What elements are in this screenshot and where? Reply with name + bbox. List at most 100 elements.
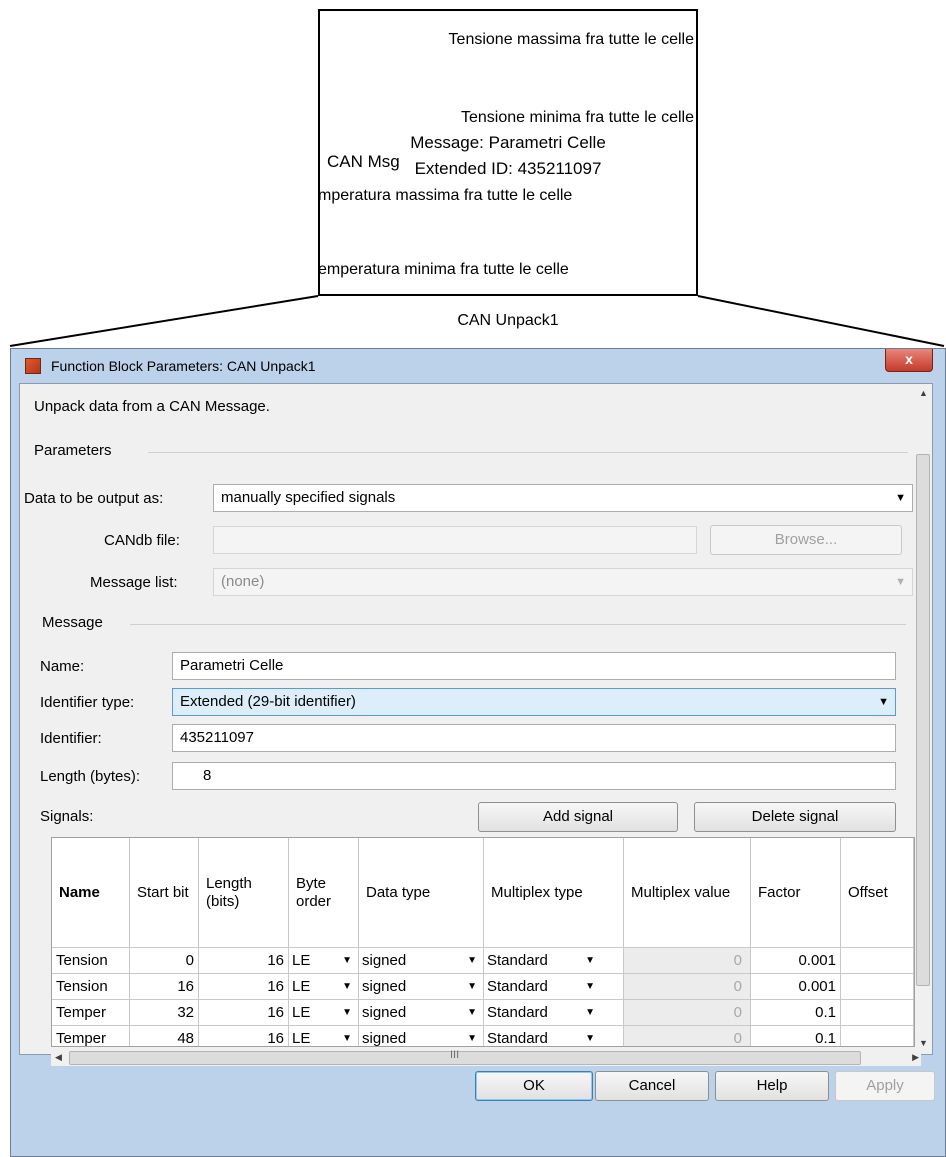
data-output-dropdown[interactable]: manually specified signals ▼ [213, 484, 913, 512]
scroll-thumb[interactable] [916, 454, 930, 986]
table-cell-mvalue[interactable]: 0 [624, 1026, 751, 1047]
table-cell-name[interactable]: Tension [52, 948, 130, 974]
identifier-type-value: Extended (29-bit identifier) [180, 693, 356, 710]
table-cell-factor[interactable]: 0.1 [751, 1026, 841, 1046]
table-cell-offset[interactable] [841, 1026, 914, 1046]
group-divider [130, 624, 906, 625]
parameters-group-label: Parameters [34, 442, 112, 459]
browse-button[interactable]: Browse... [710, 525, 902, 555]
cell-value: LE [292, 952, 311, 969]
scroll-up-icon[interactable]: ▲ [919, 388, 928, 398]
table-cell-name[interactable]: Tension [52, 974, 130, 1000]
table-cell-name[interactable]: Temper [52, 1000, 130, 1026]
length-label: Length (bytes): [40, 768, 141, 785]
table-cell-order[interactable]: LE ▼ [289, 948, 359, 974]
table-cell-mtype[interactable]: Standard ▼ [484, 948, 624, 974]
column-header[interactable]: Start bit [130, 838, 199, 948]
table-cell-mvalue[interactable]: 0 [624, 1000, 751, 1026]
table-cell-start[interactable]: 32 [130, 1000, 199, 1026]
column-header[interactable]: Factor [751, 838, 841, 948]
title-bar[interactable]: Function Block Parameters: CAN Unpack1 x [11, 349, 945, 383]
candb-file-input[interactable] [213, 526, 697, 554]
column-header[interactable]: Offset [841, 838, 914, 948]
table-cell-name[interactable]: Temper [52, 1026, 130, 1047]
table-cell-start[interactable]: 16 [130, 974, 199, 1000]
function-block-parameters-dialog: Function Block Parameters: CAN Unpack1 x… [10, 348, 946, 1157]
table-cell-mvalue[interactable]: 0 [624, 974, 751, 1000]
length-input[interactable]: 8 [172, 762, 896, 790]
table-cell-offset[interactable] [841, 1000, 914, 1026]
chevron-down-icon: ▼ [467, 1007, 477, 1018]
table-cell-length[interactable]: 16 [199, 1026, 289, 1046]
cell-value: LE [292, 978, 311, 995]
table-cell-mtype[interactable]: Standard ▼ [484, 1026, 624, 1046]
data-output-label: Data to be output as: [24, 490, 164, 507]
column-header[interactable]: Data type [359, 838, 484, 948]
message-name-input[interactable]: Parametri Celle [172, 652, 896, 680]
table-cell-dtype[interactable]: signed ▼ [359, 1000, 484, 1026]
chevron-down-icon: ▼ [585, 955, 595, 966]
chevron-down-icon: ▼ [467, 955, 477, 966]
scroll-down-icon[interactable]: ▼ [919, 1038, 928, 1048]
cell-value: Standard [487, 1004, 548, 1021]
table-cell-offset[interactable] [841, 948, 914, 974]
table-cell-start[interactable]: 0 [130, 948, 199, 974]
help-button[interactable]: Help [715, 1071, 829, 1101]
table-cell-dtype[interactable]: signed ▼ [359, 1026, 484, 1047]
column-header[interactable]: Multiplex type [484, 838, 624, 948]
callout-lines [9, 295, 945, 347]
table-cell-length[interactable]: 16 [199, 1000, 289, 1026]
message-group-label: Message [42, 614, 103, 631]
table-cell-dtype[interactable]: signed ▼ [359, 974, 484, 1000]
cell-value: signed [362, 978, 407, 995]
table-cell-factor[interactable]: 0.001 [751, 948, 841, 974]
table-cell-start[interactable]: 48 [130, 1026, 199, 1046]
cell-value: signed [362, 952, 407, 969]
identifier-input[interactable]: 435211097 [172, 724, 896, 752]
table-cell-length[interactable]: 16 [199, 974, 289, 1000]
cell-value: signed [362, 1030, 407, 1047]
cancel-button[interactable]: Cancel [595, 1071, 709, 1101]
chevron-down-icon: ▼ [467, 1033, 477, 1044]
cell-value: Tension [56, 978, 108, 995]
column-header[interactable]: Multiplex value [624, 838, 751, 948]
message-list-label: Message list: [90, 574, 178, 591]
table-cell-offset[interactable] [841, 974, 914, 1000]
table-cell-factor[interactable]: 0.1 [751, 1000, 841, 1026]
table-cell-mvalue[interactable]: 0 [624, 948, 751, 974]
close-button[interactable]: x [885, 349, 933, 372]
table-cell-mtype[interactable]: Standard ▼ [484, 1000, 624, 1026]
vertical-scrollbar[interactable]: ▲ ▼ [915, 384, 932, 1054]
horizontal-scrollbar[interactable]: ◀ III ▶ [51, 1049, 921, 1066]
scroll-left-icon[interactable]: ◀ [55, 1052, 62, 1063]
column-header[interactable]: Byte order [289, 838, 359, 948]
column-header[interactable]: Length (bits) [199, 838, 289, 948]
cell-value: 0 [733, 952, 742, 969]
cell-value: 16 [267, 952, 284, 969]
table-cell-order[interactable]: LE ▼ [289, 1000, 359, 1026]
table-cell-order[interactable]: LE ▼ [289, 1026, 359, 1046]
chevron-down-icon: ▼ [585, 1033, 595, 1044]
table-cell-length[interactable]: 16 [199, 948, 289, 974]
add-signal-button[interactable]: Add signal [478, 802, 678, 832]
table-cell-dtype[interactable]: signed ▼ [359, 948, 484, 974]
cell-value: 32 [177, 1004, 194, 1021]
cell-value: 0 [733, 1030, 742, 1047]
identifier-type-dropdown[interactable]: Extended (29-bit identifier) ▼ [172, 688, 896, 716]
scroll-thumb[interactable]: III [69, 1049, 861, 1065]
table-cell-order[interactable]: LE ▼ [289, 974, 359, 1000]
cell-value: Temper [56, 1030, 107, 1047]
table-cell-factor[interactable]: 0.001 [751, 974, 841, 1000]
scroll-right-icon[interactable]: ▶ [912, 1052, 919, 1063]
cell-value: 0 [185, 952, 194, 969]
apply-button[interactable]: Apply [835, 1071, 935, 1101]
delete-signal-button[interactable]: Delete signal [694, 802, 896, 832]
simulink-icon [25, 358, 41, 374]
data-output-value: manually specified signals [221, 489, 396, 506]
message-list-dropdown[interactable]: (none) ▼ [213, 568, 913, 596]
table-cell-mtype[interactable]: Standard ▼ [484, 974, 624, 1000]
column-header[interactable]: Name [52, 838, 130, 948]
name-label: Name: [40, 658, 85, 675]
cell-value: Tension [56, 952, 108, 969]
ok-button[interactable]: OK [475, 1071, 593, 1101]
